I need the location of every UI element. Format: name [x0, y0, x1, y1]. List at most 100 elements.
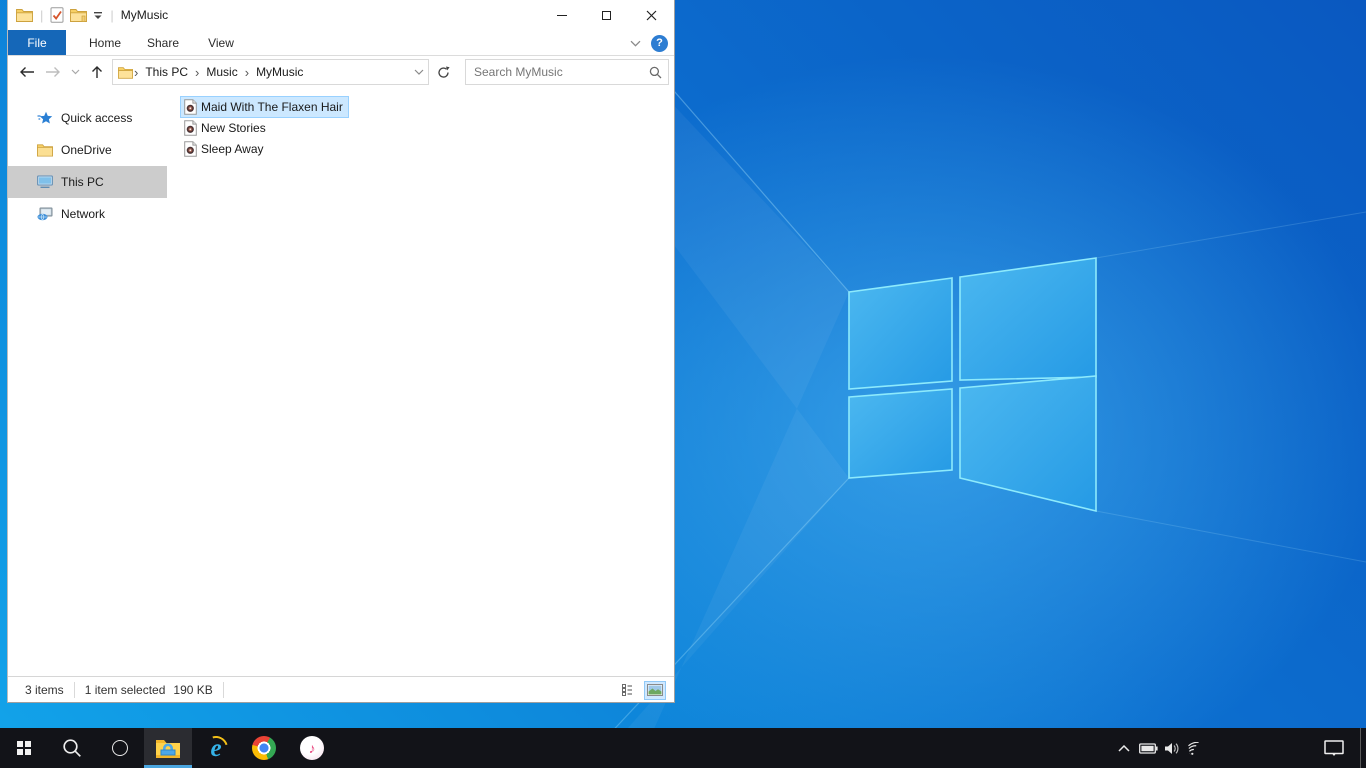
ie-icon: e [199, 731, 233, 765]
search-input[interactable] [474, 65, 649, 79]
file-explorer-folder-icon [156, 740, 180, 758]
volume-indicator[interactable] [1160, 728, 1184, 768]
file-row-maid-with-the-flaxen-hair[interactable]: Maid With The Flaxen Hair [180, 95, 674, 118]
search-magnifier-icon [63, 739, 81, 757]
breadcrumb-mymusic[interactable]: MyMusic [250, 65, 309, 79]
address-dropdown-chevron[interactable] [414, 69, 424, 75]
maximize-button[interactable] [584, 0, 629, 30]
status-divider [73, 682, 75, 698]
cortana-circle-icon [112, 740, 128, 756]
breadcrumb-this-pc[interactable]: This PC [139, 65, 194, 79]
file-name: New Stories [201, 120, 266, 135]
taskbar: e ♪ [0, 728, 1366, 768]
start-button[interactable] [0, 728, 48, 768]
thumbnails-view-icon [647, 684, 663, 696]
minimize-icon [556, 14, 567, 16]
windows-logo-panes [848, 257, 1097, 513]
network-icon [37, 207, 53, 221]
close-button[interactable] [629, 0, 674, 30]
qat-separator: | [40, 7, 44, 23]
thumbnails-view-button[interactable] [644, 680, 666, 700]
taskbar-search-button[interactable] [48, 728, 96, 768]
close-icon [646, 10, 657, 20]
window-controls [539, 0, 674, 30]
battery-icon [1138, 742, 1158, 754]
sidebar-item-network[interactable]: Network [8, 198, 167, 230]
selection-count: 1 item selected [84, 683, 166, 697]
onedrive-folder-icon [37, 143, 53, 157]
internet-explorer-button[interactable]: e [192, 728, 240, 768]
quick-access-toolbar: | | [16, 7, 115, 23]
forward-button[interactable] [40, 59, 66, 85]
ribbon-tab-bar: File Home Share View ? [8, 30, 674, 56]
this-pc-monitor-icon [37, 175, 53, 189]
status-divider [222, 682, 224, 698]
audio-file-icon [184, 140, 197, 157]
audio-file-icon [184, 119, 197, 136]
action-center-area [1322, 728, 1346, 768]
file-row-new-stories[interactable]: New Stories [180, 117, 674, 138]
file-row-sleep-away[interactable]: Sleep Away [180, 138, 674, 159]
chevron-up-icon [1118, 744, 1130, 752]
help-button[interactable]: ? [651, 34, 668, 52]
address-row: › This PC › Music › MyMusic [8, 56, 674, 88]
address-folder-icon [118, 66, 133, 79]
back-button[interactable] [14, 59, 40, 85]
tab-share[interactable]: Share [134, 30, 192, 55]
itunes-button[interactable]: ♪ [288, 728, 336, 768]
sidebar-item-quick-access[interactable]: Quick access [8, 102, 167, 134]
audio-file-icon [184, 98, 197, 115]
status-bar: 3 items 1 item selected 190 KB [8, 676, 674, 703]
tab-file[interactable]: File [8, 30, 66, 55]
search-magnifier-icon[interactable] [649, 66, 662, 79]
battery-indicator[interactable] [1136, 728, 1160, 768]
sidebar-item-onedrive[interactable]: OneDrive [8, 134, 167, 166]
selection-size: 190 KB [173, 683, 213, 697]
action-center-button[interactable] [1322, 728, 1346, 768]
sidebar-item-label: Network [61, 207, 106, 221]
details-view-button[interactable] [618, 681, 640, 700]
sidebar-item-label: This PC [61, 175, 104, 189]
tab-view[interactable]: View [192, 30, 250, 55]
windows-logo-icon [16, 740, 32, 756]
window-title: MyMusic [120, 8, 169, 22]
file-list[interactable]: Maid With The Flaxen Hair New Stories Sl… [167, 88, 674, 676]
navigation-pane: Quick access OneDrive This PC Network [8, 88, 167, 676]
address-bar[interactable]: › This PC › Music › MyMusic [112, 59, 429, 85]
window-folder-icon [16, 8, 33, 22]
breadcrumb-music[interactable]: Music [200, 65, 243, 79]
customize-qat-dropdown[interactable] [93, 11, 103, 20]
properties-check-icon[interactable] [50, 7, 64, 23]
explorer-content: Quick access OneDrive This PC Network Ma… [8, 88, 674, 676]
sidebar-item-label: OneDrive [61, 143, 112, 157]
tray-overflow-button[interactable] [1112, 728, 1136, 768]
sidebar-item-label: Quick access [61, 111, 133, 125]
maximize-icon [602, 10, 611, 20]
volume-icon [1165, 742, 1179, 754]
new-folder-icon[interactable] [70, 8, 88, 22]
taskbar-file-explorer-button[interactable] [144, 728, 192, 768]
itunes-icon: ♪ [300, 736, 324, 760]
show-desktop-button[interactable] [1360, 728, 1366, 768]
expand-ribbon-chevron-icon[interactable] [630, 40, 641, 47]
search-box[interactable] [465, 59, 669, 85]
tab-home[interactable]: Home [76, 30, 134, 55]
refresh-button[interactable] [431, 59, 455, 85]
chrome-button[interactable] [240, 728, 288, 768]
qat-separator: | [110, 7, 114, 23]
recent-locations-chevron[interactable] [66, 59, 84, 85]
file-explorer-window: | | MyMusic File Home Share View ? › Thi… [7, 0, 675, 703]
items-count: 3 items [25, 683, 64, 697]
network-indicator[interactable] [1184, 728, 1208, 768]
quick-access-star-icon [37, 111, 53, 126]
cortana-button[interactable] [96, 728, 144, 768]
up-button[interactable] [84, 59, 110, 85]
wifi-icon [1187, 741, 1199, 755]
details-view-icon [622, 684, 632, 696]
file-name: Sleep Away [201, 141, 264, 156]
file-name: Maid With The Flaxen Hair [201, 99, 343, 114]
titlebar[interactable]: | | MyMusic [8, 0, 674, 30]
sidebar-item-this-pc[interactable]: This PC [8, 166, 167, 198]
system-tray [1112, 728, 1208, 768]
minimize-button[interactable] [539, 0, 584, 30]
